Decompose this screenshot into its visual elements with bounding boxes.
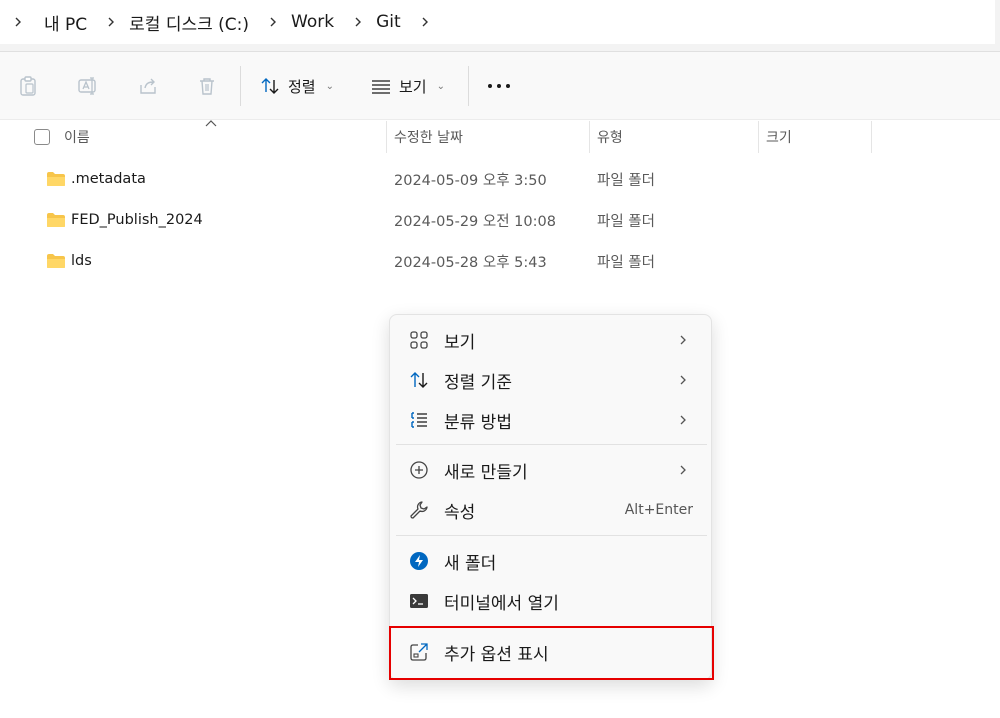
chevron-right-icon[interactable] <box>267 16 279 28</box>
file-modified: 2024-05-29 오전 10:08 <box>394 213 556 230</box>
chevron-right-icon[interactable] <box>12 16 24 28</box>
add-circle-icon <box>408 459 430 481</box>
toolbar-divider <box>240 66 241 106</box>
sort-icon <box>408 369 430 391</box>
delete-button[interactable] <box>195 74 219 98</box>
view-menu-button[interactable]: 보기 ⌄ <box>371 74 445 98</box>
menu-item-group-by[interactable]: 분류 방법 <box>396 402 707 438</box>
chevron-down-icon: ⌄ <box>325 80 334 92</box>
folder-icon <box>47 172 65 186</box>
wrench-icon <box>408 499 430 521</box>
chevron-right-icon[interactable] <box>105 16 117 28</box>
file-row[interactable]: FED_Publish_2024 2024-05-29 오전 10:08 파일 … <box>0 200 1000 240</box>
chevron-right-icon[interactable] <box>352 16 364 28</box>
file-modified: 2024-05-09 오후 3:50 <box>394 172 547 189</box>
file-type: 파일 폴더 <box>597 254 655 271</box>
rename-icon <box>78 77 96 95</box>
menu-divider <box>396 444 707 445</box>
power-automate-icon <box>408 550 430 572</box>
menu-item-label: 보기 <box>444 332 476 353</box>
file-modified: 2024-05-28 오후 5:43 <box>394 254 547 271</box>
column-divider[interactable] <box>386 121 387 153</box>
menu-item-shortcut: Alt+Enter <box>624 502 693 518</box>
breadcrumb-item-work[interactable]: Work <box>291 12 334 32</box>
menu-item-view[interactable]: 보기 <box>396 322 707 358</box>
file-type: 파일 폴더 <box>597 172 655 189</box>
column-divider[interactable] <box>589 121 590 153</box>
menu-item-label: 분류 방법 <box>444 412 512 433</box>
folder-icon <box>47 254 65 268</box>
file-type: 파일 폴더 <box>597 213 655 230</box>
column-divider[interactable] <box>871 121 872 153</box>
trash-icon <box>200 78 214 95</box>
share-icon <box>140 78 156 94</box>
folder-icon <box>47 213 65 227</box>
chevron-right-icon[interactable] <box>419 16 431 28</box>
paste-button[interactable] <box>16 74 40 98</box>
breadcrumb-item-this-pc[interactable]: 내 PC <box>44 10 87 35</box>
sort-label: 정렬 <box>288 77 316 96</box>
file-name: .metadata <box>71 171 146 187</box>
view-label: 보기 <box>399 77 427 96</box>
column-headers: 이름 수정한 날짜 유형 크기 <box>0 121 1000 153</box>
sort-menu-button[interactable]: 정렬 ⌄ <box>260 74 334 98</box>
more-options-icon[interactable] <box>488 84 510 90</box>
column-header-size[interactable]: 크기 <box>766 121 792 153</box>
grid-icon <box>408 329 430 351</box>
address-bar: 내 PC 로컬 디스크 (C:) Work Git <box>0 0 1000 52</box>
menu-item-new[interactable]: 새로 만들기 <box>396 452 707 488</box>
breadcrumb-item-git[interactable]: Git <box>376 12 401 32</box>
file-name: FED_Publish_2024 <box>71 212 203 228</box>
menu-divider <box>396 535 707 536</box>
breadcrumb-item-local-disk[interactable]: 로컬 디스크 (C:) <box>129 10 249 35</box>
share-button[interactable] <box>136 74 160 98</box>
toolbar-divider <box>468 66 469 106</box>
menu-item-open-terminal[interactable]: 터미널에서 열기 <box>396 583 707 619</box>
column-header-type[interactable]: 유형 <box>597 121 623 153</box>
view-lines-icon <box>372 80 390 94</box>
terminal-icon <box>408 590 430 612</box>
breadcrumb: 내 PC 로컬 디스크 (C:) Work Git <box>0 0 995 44</box>
chevron-right-icon <box>680 465 686 475</box>
rename-button[interactable] <box>76 74 100 98</box>
menu-item-label: 정렬 기준 <box>444 372 512 393</box>
menu-item-label: 속성 <box>444 502 476 523</box>
clipboard-icon <box>20 76 36 96</box>
group-list-icon <box>408 409 430 431</box>
chevron-down-icon: ⌄ <box>436 80 445 92</box>
column-header-name[interactable]: 이름 <box>64 121 90 153</box>
menu-item-label: 터미널에서 열기 <box>444 593 559 614</box>
chevron-right-icon <box>680 415 686 425</box>
context-menu: 보기 정렬 기준 분류 방법 새로 만들기 속성 Alt+Enter 새 폴더 … <box>389 314 712 680</box>
menu-item-sort-by[interactable]: 정렬 기준 <box>396 362 707 398</box>
menu-item-label: 새 폴더 <box>444 553 497 574</box>
menu-divider <box>396 626 707 627</box>
column-header-modified[interactable]: 수정한 날짜 <box>394 121 463 153</box>
chevron-right-icon <box>680 335 686 345</box>
select-all-checkbox[interactable] <box>34 129 50 145</box>
open-external-icon <box>408 641 430 663</box>
file-row[interactable]: lds 2024-05-28 오후 5:43 파일 폴더 <box>0 241 1000 281</box>
chevron-right-icon <box>680 375 686 385</box>
column-divider[interactable] <box>758 121 759 153</box>
menu-item-new-folder[interactable]: 새 폴더 <box>396 543 707 579</box>
menu-item-label: 추가 옵션 표시 <box>444 644 549 665</box>
menu-item-label: 새로 만들기 <box>444 462 528 483</box>
menu-item-properties[interactable]: 속성 Alt+Enter <box>396 492 707 528</box>
menu-item-show-more-options[interactable]: 추가 옵션 표시 <box>396 634 707 670</box>
file-name: lds <box>71 253 92 269</box>
sort-icon <box>261 78 279 94</box>
file-row[interactable]: .metadata 2024-05-09 오후 3:50 파일 폴더 <box>0 159 1000 199</box>
